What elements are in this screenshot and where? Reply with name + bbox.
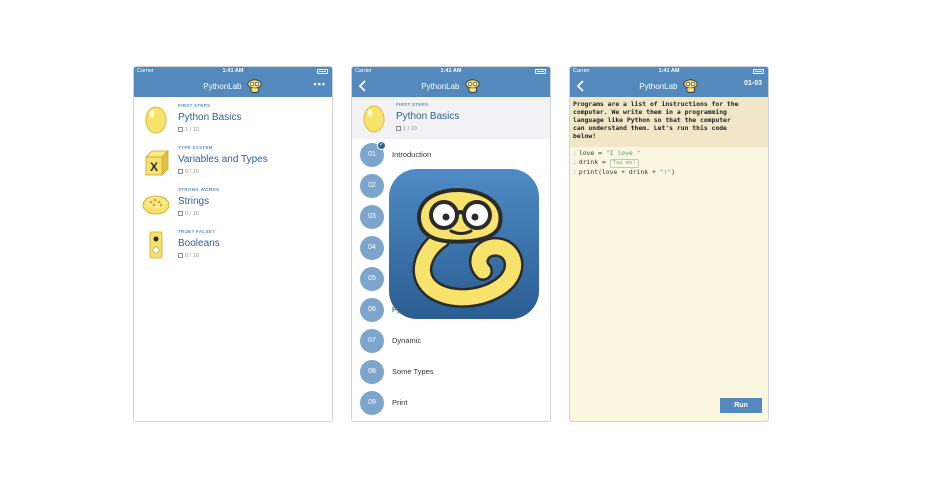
variable-box-icon: X [142,145,170,177]
code-line: : print(love + drink + "!") [573,168,768,177]
battery-icon [317,69,328,74]
app-title: PythonLab [639,82,678,91]
code-line: : drink = Tap me! [573,158,768,168]
course-item-strings[interactable]: STRONG WORDS Strings 0 / 10 [134,182,332,224]
app-title: PythonLab [203,82,242,91]
nav-title: PythonLab [352,78,550,95]
snake-logo-icon [246,79,263,94]
course-name: Strings [178,196,210,207]
instruction-line: computer. We write them in a programming [573,108,727,116]
code-token: print(love + drink + [578,168,660,176]
lesson-number: 03 [360,205,384,229]
lesson-item[interactable]: 08 Some Types [352,357,550,388]
lesson-number: 02 [360,174,384,198]
run-button[interactable]: Run [720,398,762,413]
course-progress: 1 / 10 [178,127,199,133]
course-category: TYPE SYSTEM [178,145,213,150]
status-bar: Carrier 1:41 AM [352,67,550,76]
instruction-line: Programs are a list of instructions for … [573,100,739,108]
lesson-number: 05 [360,267,384,291]
battery-icon [535,69,546,74]
progress-checkbox-icon [178,169,183,174]
nav-title: PythonLab [570,78,768,95]
course-progress: 1 / 10 [396,126,417,132]
progress-checkbox-icon [178,253,183,258]
instruction-line: can understand them. Let's run this code [573,124,727,132]
instruction-line: language like Python so that the compute… [573,116,731,124]
course-category: FIRST STEPS [396,102,429,107]
egg-icon [360,102,388,134]
status-bar: Carrier 1:41 AM [570,67,768,76]
course-progress: 0 / 10 [178,211,199,217]
tap-me-blank[interactable]: Tap me! [609,159,639,168]
progress-checkbox-icon [396,126,401,131]
line-gutter: : [573,158,577,166]
status-bar: Carrier 1:41 AM [134,67,332,76]
more-menu-icon[interactable]: ••• [314,79,326,89]
course-item-variables-types[interactable]: X TYPE SYSTEM Variables and Types 0 / 10 [134,140,332,182]
snake-logo-icon [682,79,699,94]
lesson-label: Print [392,398,408,407]
egg-icon [142,103,170,135]
code-editor[interactable]: : love = "I love " : drink = Tap me! : prin… [570,149,768,177]
code-token: ) [671,168,676,176]
lesson-number: 08 [360,360,384,384]
progress-checkbox-icon [178,211,183,216]
svg-text:X: X [150,160,158,174]
nav-bar: Carrier 1:41 AM PythonLab ••• [134,67,332,97]
course-item-booleans[interactable]: TRUE? FALSE? Booleans 0 / 10 [134,224,332,266]
course-name: Python Basics [178,112,242,123]
snake-logo-icon [464,79,481,94]
nav-bar: Carrier 1:41 AM PythonLab 01-03 [570,67,768,97]
app-title: PythonLab [421,82,460,91]
code-string: "!" [659,168,672,176]
status-time: 1:41 AM [440,68,462,74]
lesson-number: 09 [360,391,384,415]
line-gutter: : [573,168,577,176]
lesson-item[interactable]: 01 ✓ Introduction [352,140,550,171]
lesson-item[interactable]: 07 Dynamic [352,326,550,357]
letters-plate-icon [142,187,170,219]
lesson-label: Some Types [392,367,434,376]
nav-bar: Carrier 1:41 AM PythonLab [352,67,550,97]
lesson-number: 06 [360,298,384,322]
lesson-instructions: Programs are a list of instructions for … [570,97,768,147]
course-name: Variables and Types [178,154,268,165]
course-name: Python Basics [396,111,460,122]
instruction-line: below! [573,132,597,140]
progress-checkbox-icon [178,127,183,132]
code-token: drink = [578,158,610,166]
check-icon: ✓ [377,141,386,150]
course-category: TRUE? FALSE? [178,229,216,234]
lesson-label: Introduction [392,150,432,159]
lesson-screen: Carrier 1:41 AM PythonLab 01-03 Programs… [569,66,769,422]
app-icon [389,169,539,319]
lesson-code: 01-03 [744,80,762,87]
course-progress: 0 / 10 [178,253,199,259]
battery-icon [753,69,764,74]
course-category: FIRST STEPS [178,103,211,108]
lesson-item[interactable]: 09 Print [352,388,550,419]
lesson-number: 07 [360,329,384,353]
code-string: "I love " [605,149,641,157]
status-time: 1:41 AM [658,68,680,74]
lesson-number: 04 [360,236,384,260]
courses-screen: Carrier 1:41 AM PythonLab ••• FIRST STEP… [133,66,333,422]
course-header: FIRST STEPS Python Basics 1 / 10 [352,97,550,139]
code-token: love = [578,149,606,157]
python-snake-logo-icon [389,169,539,319]
line-gutter: : [573,149,577,157]
course-category: STRONG WORDS [178,187,220,192]
switch-icon [142,229,170,261]
course-name: Booleans [178,238,220,249]
lesson-label: Dynamic [392,336,422,345]
code-line: : love = "I love " [573,149,768,158]
status-time: 1:41 AM [222,68,244,74]
course-progress: 0 / 10 [178,169,199,175]
course-item-python-basics[interactable]: FIRST STEPS Python Basics 1 / 10 [134,98,332,140]
nav-title: PythonLab [134,78,332,95]
